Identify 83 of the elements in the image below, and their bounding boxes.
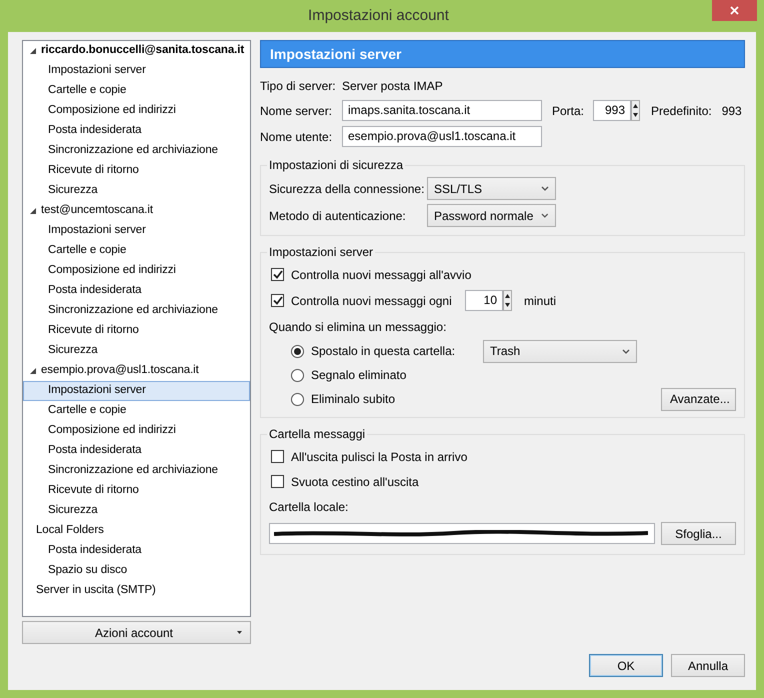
number-field[interactable]: 10 [465,290,503,311]
tree-item[interactable]: riccardo.bonuccelli@sanita.toscana.it [23,41,250,61]
expander-icon[interactable] [29,207,37,215]
checkbox-label: Svuota cestino all'uscita [291,474,419,490]
checkbox[interactable] [271,294,284,307]
radio-label: Eliminalo subito [311,391,396,408]
advanced-button[interactable]: Avanzate... [661,388,736,410]
tree-item[interactable]: Ricevute di ritorno [23,161,250,181]
tree-item[interactable]: esempio.prova@usl1.toscana.it [23,361,250,381]
tree-item[interactable]: Cartelle e copie [23,401,250,421]
group-title: Cartella messaggi [267,427,368,441]
dialog-button[interactable]: OK [589,654,663,677]
radio-button[interactable] [291,368,304,382]
radio-label: Segnalo eliminato [311,367,406,384]
tree-item[interactable]: Sincronizzazione ed archiviazione [23,301,250,321]
field-label: Quando si elimina un messaggio: [269,318,446,336]
radio-button[interactable] [291,344,304,358]
field-label: Predefinito: [651,102,712,120]
spinner-arrows-icon[interactable] [503,290,512,311]
checkbox-label: Controlla nuovi messaggi ogni [291,292,453,310]
tree-item[interactable]: Impostazioni server [23,381,250,401]
close-icon [730,6,739,15]
field-label: Metodo di autenticazione: [269,208,407,224]
tree-item[interactable]: Spazio su disco [23,561,250,581]
dropdown[interactable]: Trash [483,340,637,362]
tree-item[interactable]: Posta indesiderata [23,441,250,461]
dropdown[interactable]: SSL/TLS [427,177,556,200]
group-title: Impostazioni di sicurezza [267,158,406,172]
server-type-value: Server posta IMAP [342,78,443,94]
browse-button[interactable]: Sfoglia... [661,522,736,545]
tree-item[interactable]: Local Folders [23,521,250,541]
chevron-icon [541,186,549,191]
number-field[interactable]: 993 [593,100,631,121]
close-button[interactable] [712,0,757,21]
tree-item[interactable]: Impostazioni server [23,61,250,81]
tree-item[interactable]: Composizione ed indirizzi [23,261,250,281]
checkbox[interactable] [271,450,284,463]
unit-label: minuti [524,292,556,310]
tree-item[interactable]: Sincronizzazione ed archiviazione [23,461,250,481]
tree-item[interactable]: Posta indesiderata [23,281,250,301]
tree-item[interactable]: Ricevute di ritorno [23,481,250,501]
tree-item[interactable]: Ricevute di ritorno [23,321,250,341]
tree-item[interactable]: Cartelle e copie [23,81,250,101]
tree-item[interactable]: test@uncemtoscana.it [23,201,250,221]
tree-item[interactable]: Cartelle e copie [23,241,250,261]
tree-item[interactable]: Sicurezza [23,341,250,361]
default-port-value: 993 [722,102,742,120]
chevron-icon [622,348,630,354]
window-title: Impostazioni account [307,6,450,26]
field-label: Sicurezza della connessione: [269,180,426,198]
field-label: Nome server: [260,102,334,120]
dropdown[interactable]: Password normale [427,204,556,227]
tree-item[interactable]: Composizione ed indirizzi [23,101,250,121]
expander-icon[interactable] [29,367,37,375]
account-actions-button[interactable]: Azioni account [22,621,251,644]
dialog-button[interactable]: Annulla [671,654,745,677]
tree-item[interactable]: Composizione ed indirizzi [23,421,250,441]
chevron-icon [541,213,549,218]
spinner-arrows-icon[interactable] [631,100,640,121]
user-name-field[interactable]: esempio.prova@usl1.toscana.it [342,126,542,147]
radio-button[interactable] [291,392,304,406]
checkbox[interactable] [271,268,284,281]
tree-item[interactable]: Impostazioni server [23,221,250,241]
tree-item[interactable]: Server in uscita (SMTP) [23,581,250,601]
tree-item[interactable]: Sincronizzazione ed archiviazione [23,141,250,161]
checkbox[interactable] [271,475,284,488]
checkbox-label: All'uscita pulisci la Posta in arrivo [291,448,468,466]
expander-icon[interactable] [29,47,37,55]
radio-label: Spostalo in questa cartella: [311,343,456,360]
field-label: Nome utente: [260,128,334,146]
tree-item[interactable]: Sicurezza [23,501,250,521]
server-name-field[interactable]: imaps.sanita.toscana.it [342,100,542,121]
field-label: Tipo di server: [260,78,337,94]
field-label: Cartella locale: [269,498,348,516]
caret-icon [237,631,242,634]
group-title: Impostazioni server [267,245,376,259]
tree-item[interactable]: Sicurezza [23,181,250,201]
checkbox-label: Controlla nuovi messaggi all'avvio [291,266,472,284]
tree-item[interactable]: Posta indesiderata [23,541,250,561]
panel-header: Impostazioni server [260,40,745,68]
tree-item[interactable]: Posta indesiderata [23,121,250,141]
folder-path-field[interactable] [269,523,655,544]
field-label: Porta: [552,102,585,120]
